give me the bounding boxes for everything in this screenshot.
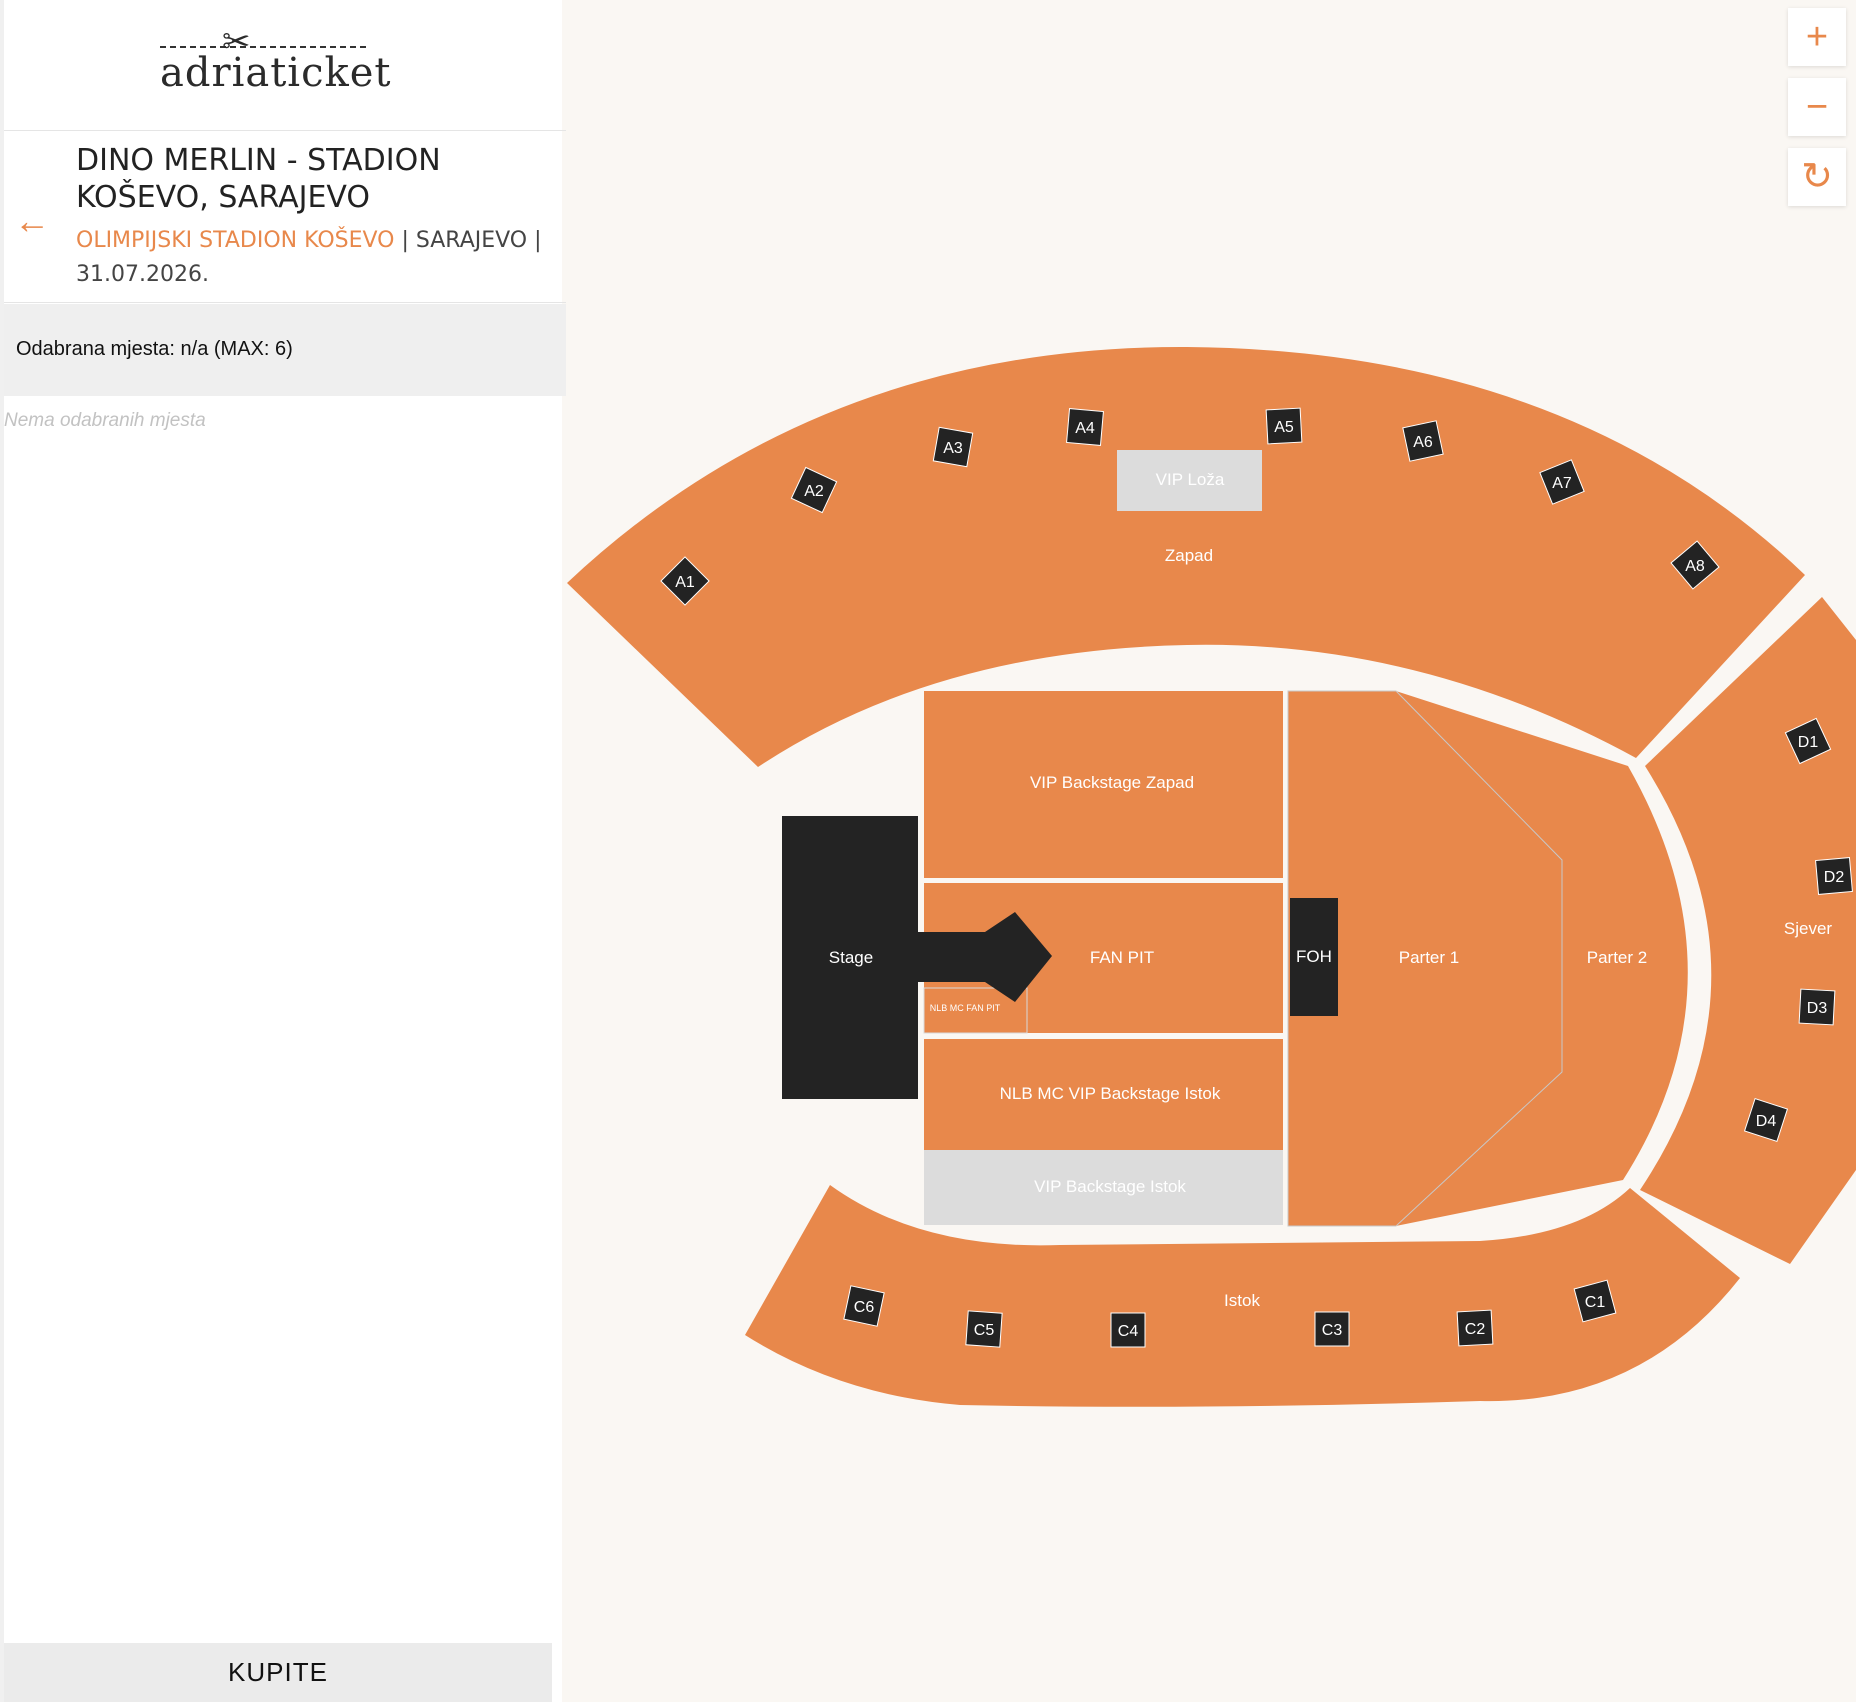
no-selection-text: Nema odabranih mjesta <box>4 410 206 431</box>
entrance-c2[interactable]: C2 <box>1456 1309 1494 1347</box>
entrance-c6[interactable]: C6 <box>843 1285 885 1327</box>
entrance-d3-label: D3 <box>1807 1000 1828 1017</box>
section-nlb-mc-vip-backstage-istok-label: NLB MC VIP Backstage Istok <box>1000 1084 1221 1103</box>
event-details: OLIMPIJSKI STADION KOŠEVO | SARAJEVO | 3… <box>76 224 556 292</box>
entrance-d4-label: D4 <box>1756 1113 1777 1130</box>
entrance-c6-label: C6 <box>854 1299 875 1316</box>
logo-text: adriaticket <box>160 50 392 96</box>
section-zapad-label: Zapad <box>1165 546 1213 565</box>
buy-button[interactable]: KUPITE <box>4 1643 552 1702</box>
reset-view-button[interactable]: ↻ <box>1788 148 1846 206</box>
logo-dashed-line <box>160 46 366 48</box>
entrance-d2-label: D2 <box>1824 869 1845 886</box>
entrance-a6-label: A6 <box>1413 434 1433 451</box>
plus-icon: + <box>1805 16 1829 58</box>
entrance-a1-label: A1 <box>675 574 695 591</box>
section-nlb-mc-fan-pit-label: NLB MC FAN PIT <box>930 1003 1001 1013</box>
entrance-d1-label: D1 <box>1798 734 1819 751</box>
logo: ✂ adriaticket <box>154 23 390 108</box>
venue-link[interactable]: OLIMPIJSKI STADION KOŠEVO <box>76 228 394 253</box>
entrance-a3-label: A3 <box>943 440 963 457</box>
entrance-c5[interactable]: C5 <box>965 1310 1003 1348</box>
entrance-d3[interactable]: D3 <box>1798 988 1836 1026</box>
event-city: | SARAJEVO | <box>394 228 542 253</box>
section-vip-backstage-zapad-label: VIP Backstage Zapad <box>1030 773 1194 792</box>
section-parter-1-label: Parter 1 <box>1399 948 1459 967</box>
entrance-a5[interactable]: A5 <box>1265 407 1303 445</box>
zoom-in-button[interactable]: + <box>1788 8 1846 66</box>
entrance-a6[interactable]: A6 <box>1402 420 1444 462</box>
section-parter-2-label: Parter 2 <box>1587 948 1647 967</box>
section-sjever-label: Sjever <box>1784 919 1833 938</box>
section-vip-backstage-istok-label: VIP Backstage Istok <box>1034 1177 1186 1196</box>
entrance-c5-label: C5 <box>974 1322 995 1339</box>
minus-icon: − <box>1805 86 1829 128</box>
entrance-a8-label: A8 <box>1685 558 1705 575</box>
sidebar: ✂ adriaticket ← DINO MERLIN - STADION KO… <box>0 0 566 1702</box>
refresh-icon: ↻ <box>1801 156 1833 198</box>
entrance-a3[interactable]: A3 <box>932 426 974 468</box>
entrance-c4[interactable]: C4 <box>1110 1312 1146 1348</box>
entrance-a4[interactable]: A4 <box>1066 408 1104 446</box>
zoom-out-button[interactable]: − <box>1788 78 1846 136</box>
divider <box>4 130 566 131</box>
event-title: DINO MERLIN - STADION KOŠEVO, SARAJEVO <box>76 143 441 215</box>
foh-label: FOH <box>1296 947 1332 966</box>
section-istok-label: Istok <box>1224 1291 1260 1310</box>
entrance-c1-label: C1 <box>1585 1294 1606 1311</box>
entrance-c2-label: C2 <box>1465 1321 1486 1338</box>
entrance-d2[interactable]: D2 <box>1815 857 1853 895</box>
entrance-c4-label: C4 <box>1118 1323 1139 1340</box>
selected-seats-label: Odabrana mjesta: n/a (MAX: 6) <box>16 338 293 360</box>
entrance-a7-label: A7 <box>1552 475 1572 492</box>
section-vip-loza-label: VIP Loža <box>1156 470 1225 489</box>
event-date: 31.07.2026. <box>76 262 209 287</box>
stage-label: Stage <box>829 948 873 967</box>
entrance-c3[interactable]: C3 <box>1314 1311 1350 1347</box>
divider <box>4 302 566 303</box>
entrance-a5-label: A5 <box>1274 419 1294 436</box>
entrance-a4-label: A4 <box>1075 420 1095 437</box>
entrance-c3-label: C3 <box>1322 1322 1343 1339</box>
entrance-a2-label: A2 <box>804 483 824 500</box>
section-fan-pit-label: FAN PIT <box>1090 948 1154 967</box>
back-arrow-icon[interactable]: ← <box>14 200 50 242</box>
